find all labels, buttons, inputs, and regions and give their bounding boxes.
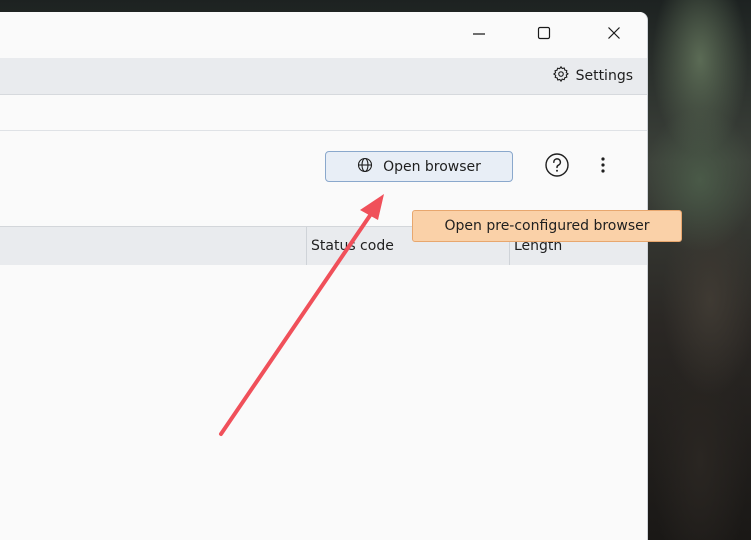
title-bar: [0, 12, 647, 58]
globe-icon: [357, 157, 373, 177]
help-button[interactable]: [544, 152, 570, 182]
open-browser-label: Open browser: [383, 158, 481, 175]
settings-label: Settings: [575, 68, 633, 84]
column-label: Status code: [311, 238, 394, 254]
tooltip-text: Open pre-configured browser: [444, 218, 650, 234]
maximize-icon: [537, 26, 551, 44]
table-body: [0, 265, 647, 540]
settings-button[interactable]: Settings: [552, 65, 633, 87]
tooltip: Open pre-configured browser: [412, 210, 682, 242]
settings-bar: Settings: [0, 58, 647, 95]
minimize-button[interactable]: [456, 12, 502, 58]
gear-icon: [552, 65, 570, 87]
more-options-button[interactable]: [596, 154, 610, 180]
open-browser-button[interactable]: Open browser: [325, 151, 513, 182]
toolbar-row: [0, 95, 647, 131]
help-icon: [544, 152, 570, 182]
close-button[interactable]: [591, 12, 637, 58]
minimize-icon: [472, 26, 486, 44]
app-window: Settings Status code Length: [0, 12, 647, 540]
maximize-button[interactable]: [521, 12, 567, 58]
more-vertical-icon: [600, 156, 606, 178]
close-icon: [607, 26, 621, 44]
